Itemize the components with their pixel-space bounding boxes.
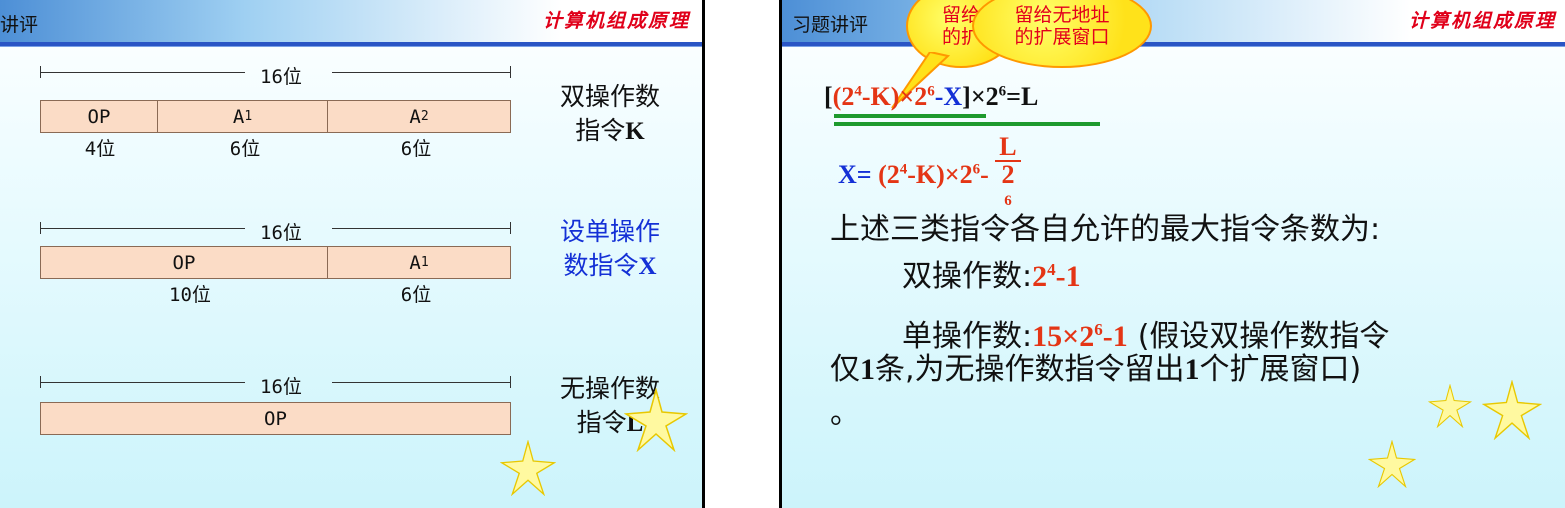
sparkle-star-icon — [1368, 440, 1416, 488]
summary-intro: 上述三类指令各自允许的最大指令条数为: — [830, 212, 1381, 247]
field-size-op: 10位 — [169, 284, 211, 306]
header-rule — [782, 42, 1565, 47]
course-brand: 计算机组成原理 — [542, 10, 690, 32]
width-line-right — [332, 382, 510, 383]
instruction-format-bar: OP — [40, 402, 511, 435]
width-tick-right — [510, 66, 511, 78]
formula-equation: [(24-K)×26-X]×26=L — [824, 82, 1039, 111]
trailing-period: 。 — [830, 396, 860, 431]
format-description: 双操作数 指令K — [559, 82, 660, 145]
field-size-op: 4位 — [84, 138, 116, 160]
assumption-note: 仅1条,为无操作数指令留出1个扩展窗口) — [830, 352, 1362, 387]
field-op: OP — [264, 407, 287, 430]
field-size-a1: 6位 — [229, 138, 261, 160]
field-a1: A1 — [157, 101, 327, 132]
sparkle-star-icon — [624, 388, 688, 452]
instruction-format-bar: OP A1 — [40, 246, 511, 279]
format-description: 设单操作 数指令X — [559, 217, 660, 280]
width-line-left — [40, 72, 245, 73]
field-size-a2: 6位 — [400, 138, 432, 160]
width-tick-right — [510, 376, 511, 388]
double-operand-count: 双操作数:24-1 — [902, 259, 1081, 294]
field-a2: A2 — [327, 101, 510, 132]
course-brand: 计算机组成原理 — [1408, 10, 1556, 32]
instruction-format-bar: OP A1 A2 — [40, 100, 511, 133]
width-label: 16位 — [260, 222, 302, 244]
width-line-right — [332, 228, 510, 229]
width-line-right — [332, 72, 510, 73]
width-line-left — [40, 382, 245, 383]
field-a1: A1 — [327, 247, 510, 278]
field-op: OP — [87, 105, 111, 128]
callout-bubble: 留给无地址 的扩展窗口 — [972, 0, 1152, 68]
formula-underline — [834, 122, 1100, 126]
width-label: 16位 — [260, 66, 302, 88]
formula-underline — [834, 114, 986, 118]
field-op: OP — [172, 251, 196, 274]
field-size-a1: 6位 — [400, 284, 432, 306]
sparkle-star-icon — [500, 440, 556, 496]
fraction: L 26 — [995, 134, 1021, 220]
slide-title: 习题讲评 — [792, 14, 869, 36]
slide-left: 讲评 计算机组成原理 16位 OP A1 A2 4位 6位 6位 双操作数 指令… — [0, 0, 705, 508]
width-label: 16位 — [260, 376, 302, 398]
header-rule — [0, 42, 702, 47]
width-line-left — [40, 228, 245, 229]
slide-title: 讲评 — [0, 14, 39, 36]
formula-x: X= (24-K)×26- L 26 — [838, 134, 1021, 220]
sparkle-star-icon — [1428, 384, 1472, 428]
sparkle-star-icon — [1482, 380, 1542, 440]
slide-right: 习题讲评 计算机组成原理 留给 的扩 留给无地址 的扩展窗口 [(24-K)×2… — [779, 0, 1565, 508]
width-tick-right — [510, 222, 511, 234]
